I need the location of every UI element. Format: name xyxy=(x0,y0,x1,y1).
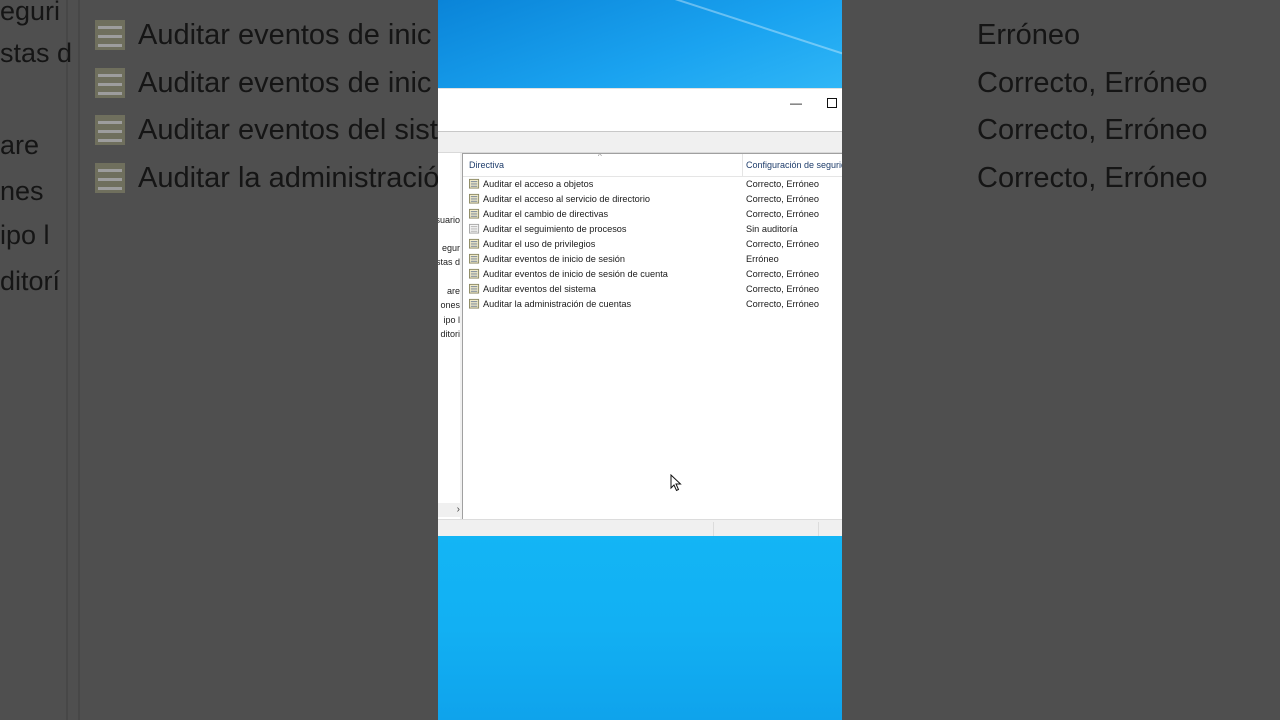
policy-name: Auditar eventos de inicio de sesión de c… xyxy=(483,268,668,279)
column-header-row: ^ Directiva Configuración de seguridad xyxy=(463,154,842,177)
background-row: Auditar eventos del sist xyxy=(92,110,438,150)
policy-name: Auditar el acceso a objetos xyxy=(483,178,594,189)
background-setting: Erróneo xyxy=(977,18,1081,51)
background-setting: Correcto, Erróneo xyxy=(977,66,1208,99)
policy-name: Auditar el uso de privilegios xyxy=(483,238,596,249)
policy-setting: Erróneo xyxy=(746,253,779,264)
background-row: Auditar eventos de inic xyxy=(92,15,431,55)
divider xyxy=(78,0,80,720)
policy-disabled-icon xyxy=(469,223,480,234)
maximize-button[interactable] xyxy=(821,93,842,113)
background-setting: Correcto, Erróneo xyxy=(977,113,1208,146)
tree-item[interactable]: ones xyxy=(440,300,460,310)
table-row[interactable]: Auditar eventos del sistema Correcto, Er… xyxy=(463,281,842,296)
policy-setting: Correcto, Erróneo xyxy=(746,283,820,294)
table-row[interactable]: Auditar el acceso al servicio de directo… xyxy=(463,191,842,206)
policy-setting: Correcto, Erróneo xyxy=(746,178,820,189)
divider xyxy=(66,0,68,720)
policy-setting: Correcto, Erróneo xyxy=(746,268,820,279)
policy-list: ^ Directiva Configuración de seguridad A… xyxy=(462,153,842,520)
tree-item[interactable]: suario xyxy=(438,215,460,225)
policy-name: Auditar la administración de cuentas xyxy=(483,298,632,309)
table-row[interactable]: Auditar el acceso a objetos Correcto, Er… xyxy=(463,176,842,191)
background-tree-fragment: nes xyxy=(0,176,44,206)
policy-icon xyxy=(469,193,480,204)
background-tree-fragment: eguri xyxy=(0,0,61,26)
policy-name: Auditar eventos de inicio de sesión xyxy=(483,253,625,264)
table-row[interactable]: Auditar el cambio de directivas Correcto… xyxy=(463,206,842,221)
policy-icon xyxy=(95,115,125,145)
screen-strip: — suario egur stas d are ones ipo l dito… xyxy=(438,0,842,720)
column-divider[interactable] xyxy=(742,154,743,176)
background-row-label: Auditar eventos de inic xyxy=(138,66,432,99)
background-row-label: Auditar eventos de inic xyxy=(138,18,432,51)
tree-item[interactable]: egur xyxy=(442,243,460,253)
tree-item[interactable]: ipo l xyxy=(443,315,460,325)
policy-name: Auditar el seguimiento de procesos xyxy=(483,223,627,234)
policy-rows: Auditar el acceso a objetos Correcto, Er… xyxy=(463,176,842,311)
menu-bar xyxy=(438,119,842,132)
policy-icon xyxy=(95,68,125,98)
policy-icon xyxy=(469,208,480,219)
background-tree-fragment: ipo l xyxy=(0,220,50,250)
background-tree-fragment: stas d xyxy=(0,38,73,68)
title-bar: — xyxy=(438,89,842,119)
tree-item[interactable]: are xyxy=(447,286,460,296)
policy-name: Auditar el acceso al servicio de directo… xyxy=(483,193,650,204)
policy-setting: Correcto, Erróneo xyxy=(746,298,820,309)
policy-name: Auditar eventos del sistema xyxy=(483,283,596,294)
background-row: Auditar eventos de inic xyxy=(92,63,431,103)
column-header-setting[interactable]: Configuración de seguridad xyxy=(746,160,842,170)
table-row[interactable]: Auditar el uso de privilegios Correcto, … xyxy=(463,236,842,251)
minimize-button[interactable]: — xyxy=(785,93,807,113)
background-tree-fragment: are xyxy=(0,130,40,160)
policy-icon xyxy=(469,178,480,189)
table-row[interactable]: Auditar eventos de inicio de sesión de c… xyxy=(463,266,842,281)
column-header-policy[interactable]: Directiva xyxy=(469,160,504,170)
policy-icon xyxy=(469,238,480,249)
policy-setting: Sin auditoría xyxy=(746,223,798,234)
desktop-wallpaper xyxy=(438,536,842,720)
policy-setting: Correcto, Erróneo xyxy=(746,238,820,249)
policy-icon xyxy=(469,268,480,279)
maximize-icon xyxy=(827,98,837,108)
tree-item[interactable]: ditori xyxy=(440,329,460,339)
status-bar-divider xyxy=(713,522,714,536)
toolbar xyxy=(438,132,842,153)
policy-icon xyxy=(469,253,480,264)
background-tree-fragment: ditorí xyxy=(0,266,61,296)
policy-name: Auditar el cambio de directivas xyxy=(483,208,609,219)
background-row: Auditar la administració xyxy=(92,158,439,198)
policy-icon xyxy=(95,163,125,193)
mouse-pointer-icon xyxy=(670,474,682,492)
desktop-wallpaper xyxy=(438,0,842,88)
background-row-label: Auditar eventos del sist xyxy=(138,113,438,146)
table-row[interactable]: Auditar el seguimiento de procesos Sin a… xyxy=(463,221,842,236)
local-security-policy-window: — suario egur stas d are ones ipo l dito… xyxy=(438,88,842,538)
table-row[interactable]: Auditar eventos de inicio de sesión Erró… xyxy=(463,251,842,266)
tree-item[interactable]: stas d xyxy=(438,257,460,267)
policy-icon xyxy=(95,20,125,50)
policy-icon xyxy=(469,298,480,309)
status-bar-divider xyxy=(818,522,819,536)
background-row-label: Auditar la administració xyxy=(138,161,440,194)
background-setting: Correcto, Erróneo xyxy=(977,161,1208,194)
sort-ascending-icon: ^ xyxy=(598,153,602,161)
policy-icon xyxy=(469,283,480,294)
policy-setting: Correcto, Erróneo xyxy=(746,193,820,204)
table-row[interactable]: Auditar la administración de cuentas Cor… xyxy=(463,296,842,311)
tree-pane: suario egur stas d are ones ipo l ditori xyxy=(438,153,461,519)
tree-scroll-right-button[interactable]: › xyxy=(438,503,460,517)
policy-setting: Correcto, Erróneo xyxy=(746,208,820,219)
